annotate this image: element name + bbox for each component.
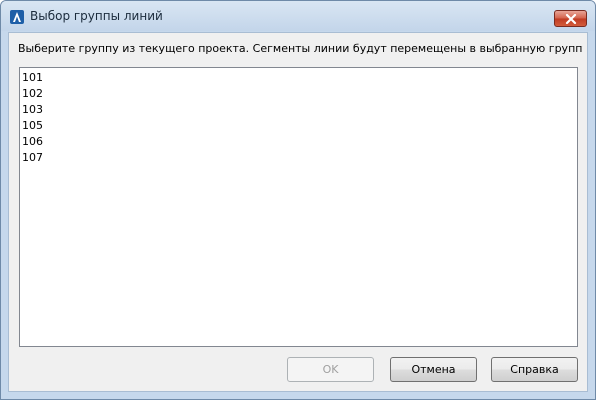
list-item[interactable]: 107 (22, 150, 577, 166)
ok-button[interactable]: OK (287, 357, 374, 382)
help-button[interactable]: Справка (491, 357, 578, 382)
list-item[interactable]: 106 (22, 134, 577, 150)
autodesk-app-icon (10, 9, 24, 24)
title-bar[interactable]: Выбор группы линий (1, 1, 595, 31)
dialog-window: Выбор группы линий Выберите группу из те… (0, 0, 596, 400)
window-title: Выбор группы линий (30, 9, 163, 23)
line-group-list[interactable]: 101 102 103 105 106 107 (19, 67, 578, 347)
close-icon (565, 14, 577, 24)
cancel-button[interactable]: Отмена (390, 357, 477, 382)
list-item[interactable]: 101 (22, 70, 577, 86)
list-item[interactable]: 102 (22, 86, 577, 102)
list-item[interactable]: 103 (22, 102, 577, 118)
dialog-body: Выберите группу из текущего проекта. Сег… (8, 32, 588, 392)
close-button[interactable] (554, 10, 587, 27)
instruction-text: Выберите группу из текущего проекта. Сег… (18, 42, 583, 55)
list-item[interactable]: 105 (22, 118, 577, 134)
